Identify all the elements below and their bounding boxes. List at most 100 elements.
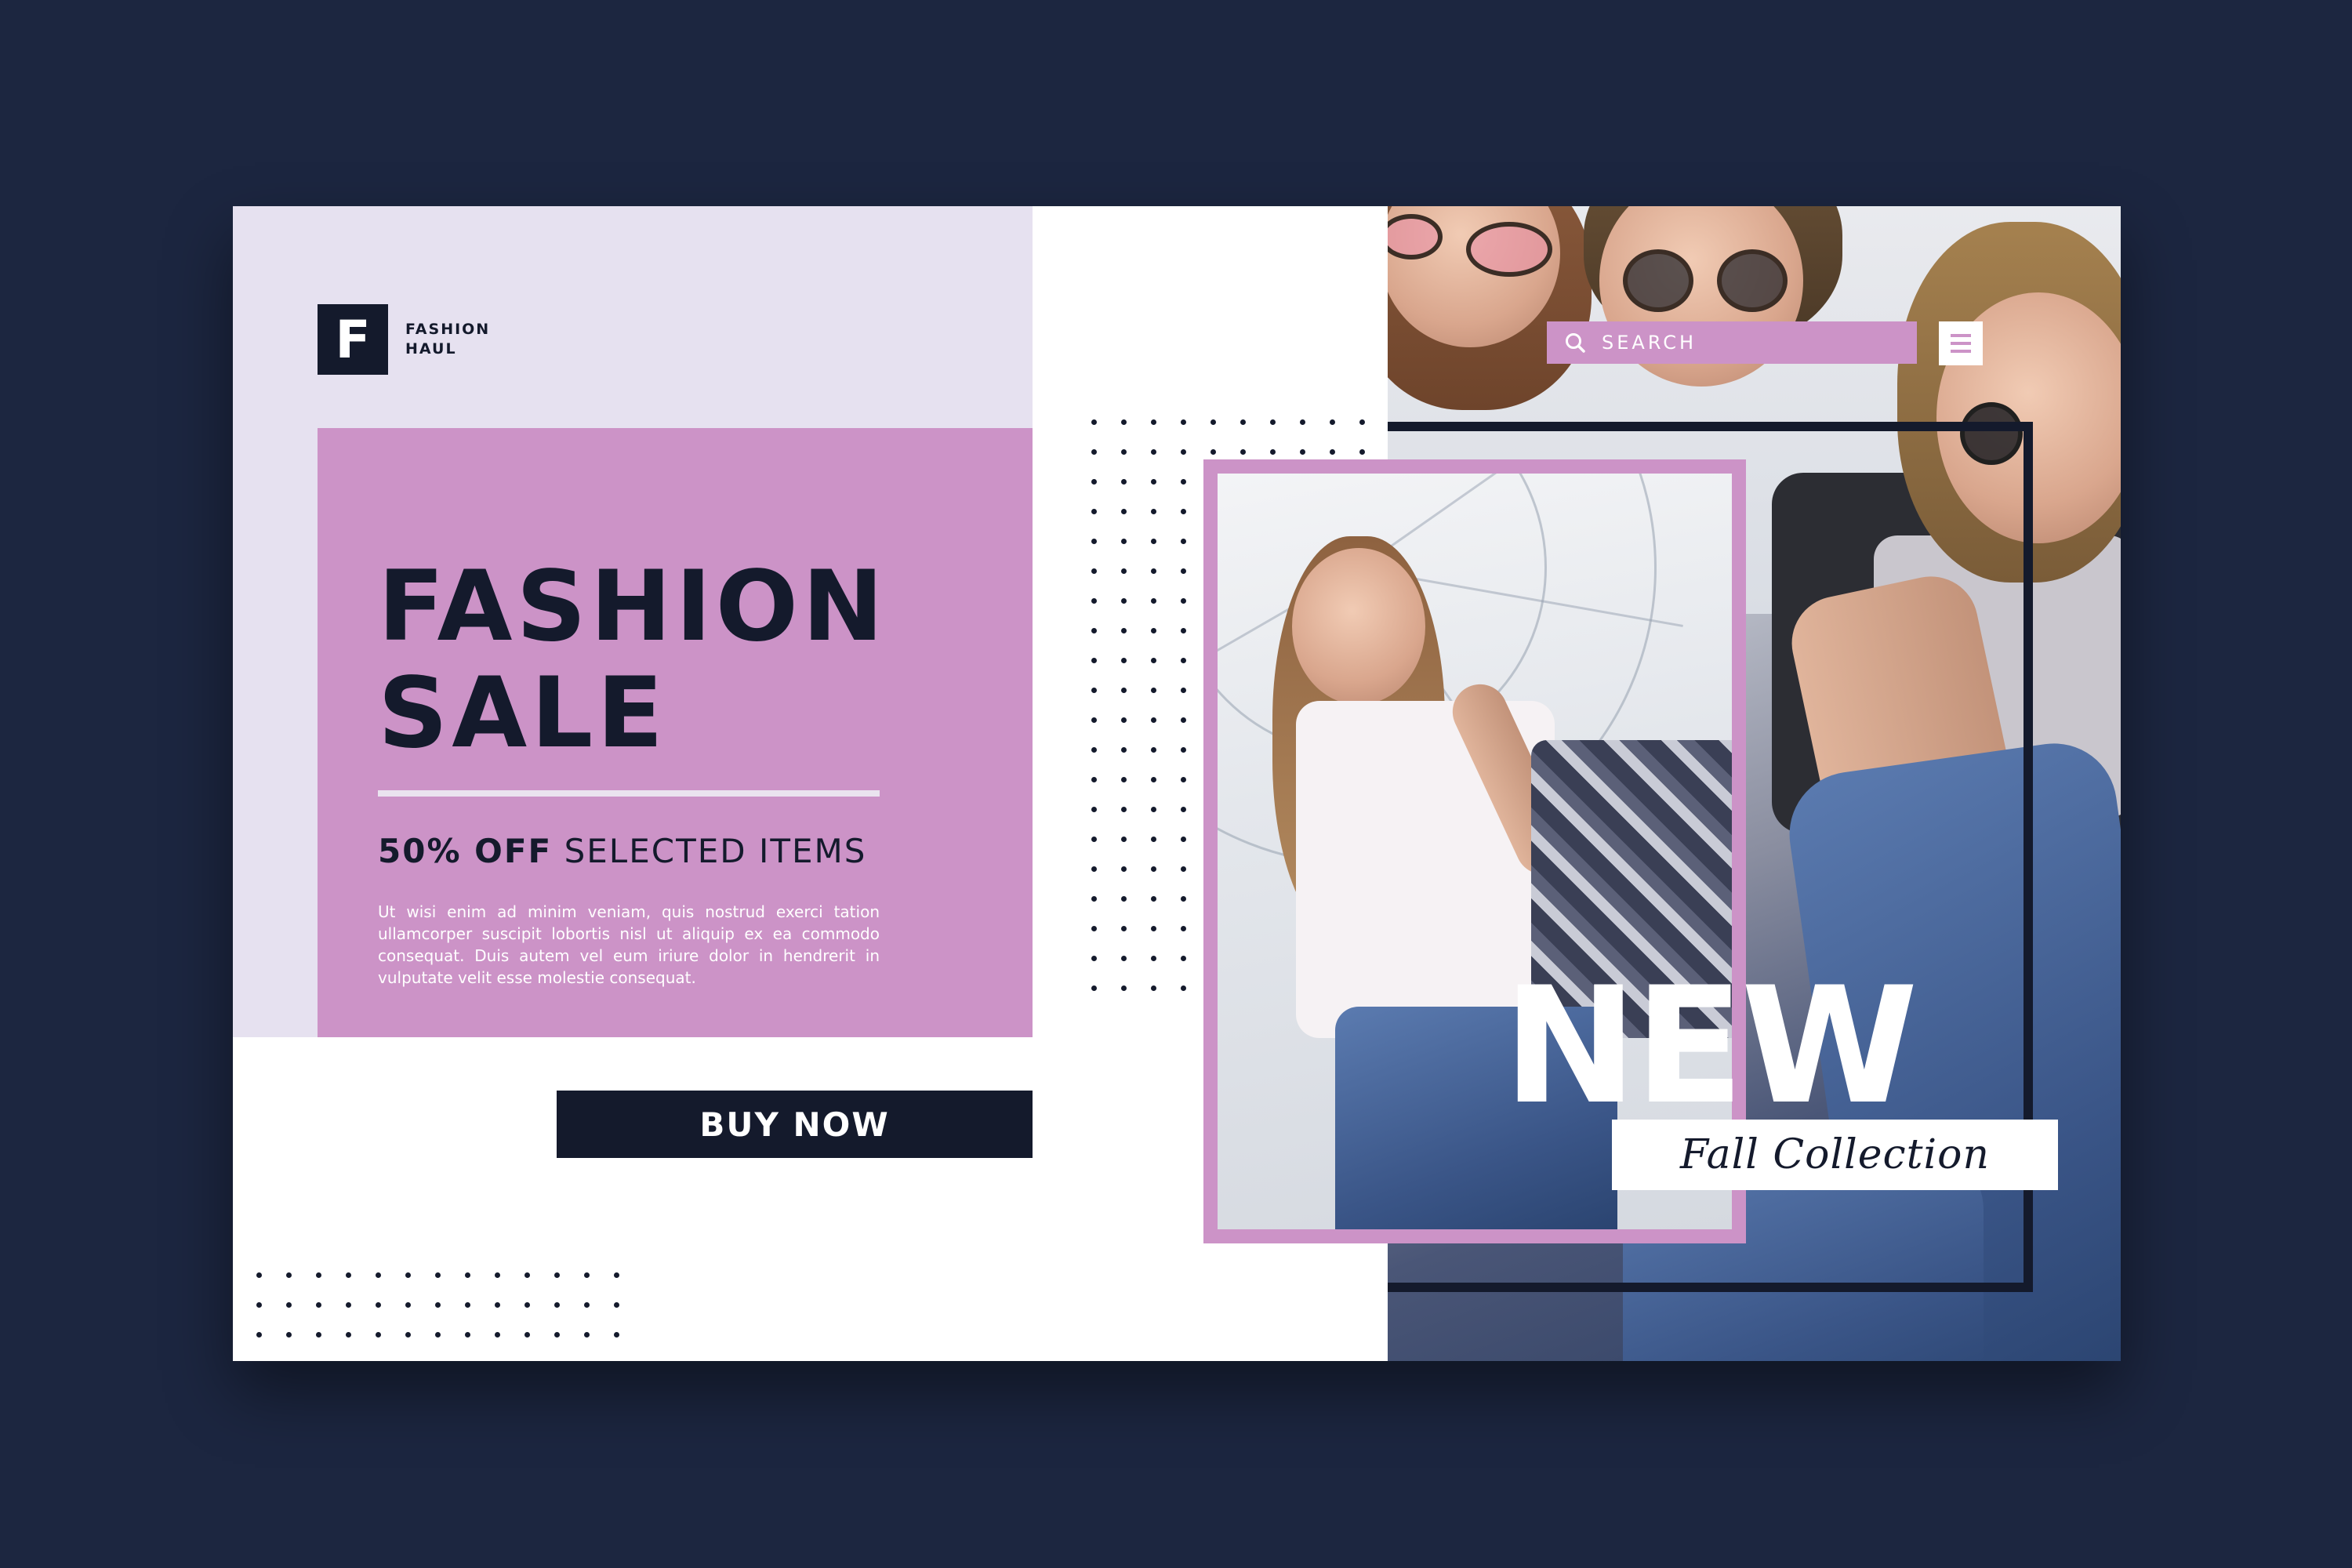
search-placeholder: SEARCH	[1602, 332, 1697, 354]
dot	[1151, 568, 1156, 574]
dot	[1151, 985, 1156, 991]
dot	[1091, 896, 1097, 902]
dot	[376, 1272, 381, 1278]
dot	[1270, 419, 1276, 425]
dot	[1151, 717, 1156, 723]
dot	[1091, 777, 1097, 782]
hamburger-menu-icon[interactable]	[1939, 321, 1983, 365]
dot	[1181, 747, 1186, 753]
offer-discount: 50% OFF	[378, 832, 553, 870]
dot	[1151, 807, 1156, 812]
dot	[1151, 688, 1156, 693]
dot	[286, 1332, 292, 1338]
dot	[1181, 419, 1186, 425]
dot	[1121, 479, 1127, 485]
dot	[1181, 985, 1186, 991]
dot	[1151, 896, 1156, 902]
dot	[405, 1302, 411, 1308]
dot	[1181, 658, 1186, 663]
dot	[1121, 807, 1127, 812]
dot	[1121, 568, 1127, 574]
dot	[405, 1332, 411, 1338]
dot	[1151, 628, 1156, 633]
dot-pattern-horizontal	[256, 1272, 619, 1343]
dot	[435, 1332, 441, 1338]
brand-name: FASHION HAUL	[405, 320, 490, 359]
dot	[1151, 956, 1156, 961]
dot	[1270, 449, 1276, 455]
dot	[316, 1332, 321, 1338]
landing-page-card: F FASHION HAUL FASHION SALE 50% OFF SELE…	[233, 206, 2121, 1361]
dot	[1181, 777, 1186, 782]
dot	[1151, 747, 1156, 753]
dot	[1121, 747, 1127, 753]
dot	[316, 1272, 321, 1278]
dot	[286, 1302, 292, 1308]
dot	[1121, 777, 1127, 782]
dot	[1300, 449, 1305, 455]
logo-icon[interactable]: F	[318, 304, 388, 375]
dot	[1121, 449, 1127, 455]
dot	[584, 1302, 590, 1308]
brand-name-line1: FASHION	[405, 321, 491, 338]
dot	[1121, 419, 1127, 425]
dot	[1330, 449, 1335, 455]
dot	[256, 1332, 262, 1338]
dot	[286, 1272, 292, 1278]
dot	[584, 1272, 590, 1278]
dot	[1121, 628, 1127, 633]
dot	[1359, 449, 1365, 455]
dot	[435, 1302, 441, 1308]
dot	[1121, 866, 1127, 872]
dot	[1151, 598, 1156, 604]
dot	[1121, 539, 1127, 544]
dot	[554, 1272, 560, 1278]
dot	[1091, 837, 1097, 842]
new-badge: NEW	[1503, 953, 1918, 1140]
dot	[1300, 419, 1305, 425]
dot	[1151, 449, 1156, 455]
hero-title: FASHION SALE	[378, 554, 887, 767]
dot	[1210, 419, 1216, 425]
dot	[1091, 866, 1097, 872]
dot	[554, 1302, 560, 1308]
dot	[1181, 479, 1186, 485]
dot	[554, 1332, 560, 1338]
dot	[614, 1302, 619, 1308]
dot	[1240, 449, 1246, 455]
dot	[1181, 449, 1186, 455]
dot	[1091, 747, 1097, 753]
dot	[376, 1332, 381, 1338]
dot	[1240, 419, 1246, 425]
dot	[1210, 449, 1216, 455]
hero-title-line2: SALE	[378, 657, 667, 770]
dot	[1091, 568, 1097, 574]
dot	[1181, 688, 1186, 693]
dot	[316, 1302, 321, 1308]
search-icon	[1566, 333, 1585, 353]
buy-now-button[interactable]: BUY NOW	[557, 1091, 1033, 1158]
dot	[1151, 509, 1156, 514]
dot	[1091, 449, 1097, 455]
dot	[1091, 807, 1097, 812]
dot	[1151, 539, 1156, 544]
dot	[1091, 419, 1097, 425]
dot	[435, 1272, 441, 1278]
dot	[1121, 717, 1127, 723]
dot	[1330, 419, 1335, 425]
dot	[256, 1302, 262, 1308]
dot	[1181, 926, 1186, 931]
dot	[1181, 568, 1186, 574]
dot	[1181, 628, 1186, 633]
dot	[495, 1302, 500, 1308]
collection-label: Fall Collection	[1612, 1120, 2058, 1190]
dot	[1091, 985, 1097, 991]
dot	[1151, 479, 1156, 485]
search-input[interactable]: SEARCH	[1547, 321, 1917, 364]
dot	[1121, 598, 1127, 604]
dot	[1091, 509, 1097, 514]
dot	[256, 1272, 262, 1278]
dot	[1359, 419, 1365, 425]
dot	[1091, 717, 1097, 723]
dot	[1121, 658, 1127, 663]
